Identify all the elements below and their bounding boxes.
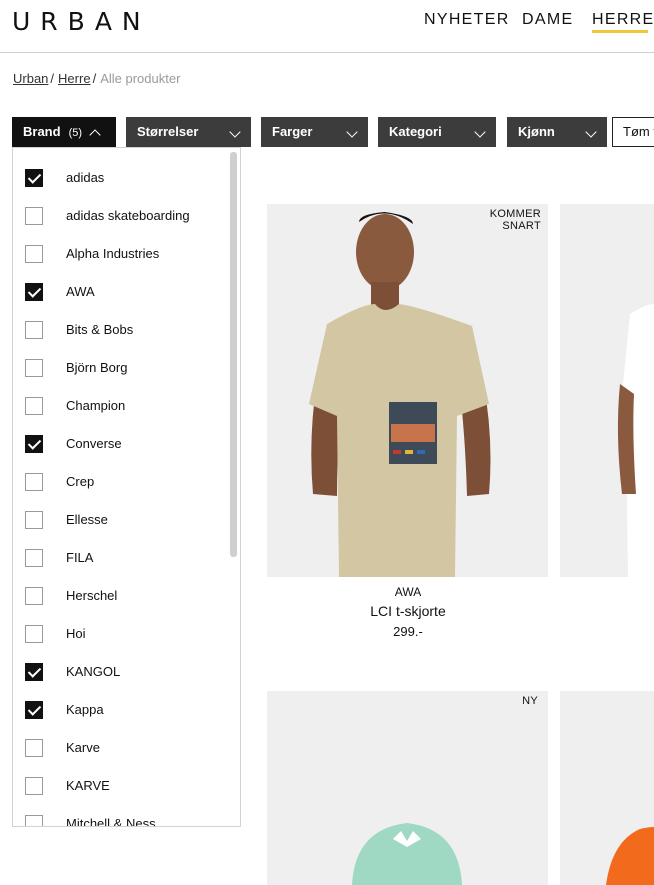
brand-option-label: Champion: [66, 398, 126, 413]
checkbox[interactable]: [25, 815, 43, 826]
brand-filter-button[interactable]: Brand (5): [12, 117, 116, 147]
product-brand: AWA: [394, 585, 422, 599]
brand-option-label: Herschel: [66, 588, 118, 603]
sizes-filter-button[interactable]: Størrelser: [126, 117, 251, 147]
category-filter-button[interactable]: Kategori: [378, 117, 496, 147]
checkbox[interactable]: [25, 587, 43, 605]
checkbox[interactable]: [25, 473, 43, 491]
brand-option-label: KARVE: [66, 778, 110, 793]
brand-dropdown-panel[interactable]: adidas adidas skateboarding Alpha Industri…: [12, 147, 241, 827]
chevron-up-icon: [89, 129, 101, 141]
checkbox[interactable]: [25, 359, 43, 377]
product-image[interactable]: [560, 691, 654, 885]
breadcrumb-urban[interactable]: Urban: [13, 71, 48, 86]
product-photo-white-tshirt: [560, 204, 654, 577]
brand-option-label: Hoi: [66, 626, 86, 641]
breadcrumb-separator: /: [92, 71, 97, 86]
breadcrumb: Urban / Herre / Alle produkter: [13, 71, 180, 86]
checkbox[interactable]: [25, 321, 43, 339]
gender-filter-label: Kjønn: [518, 124, 555, 139]
site-header: URBAN NYHETER DAME HERRE: [0, 0, 654, 53]
checkbox[interactable]: [25, 397, 43, 415]
brand-option-label: Ellesse: [66, 512, 108, 527]
product-photo-orange-tshirt: [560, 691, 654, 885]
product-price: 299.-: [393, 624, 423, 639]
nav-nyheter[interactable]: NYHETER: [424, 11, 510, 29]
checkbox-checked[interactable]: [25, 701, 43, 719]
urban-logo[interactable]: URBAN: [12, 7, 151, 36]
chevron-down-icon: [585, 126, 597, 138]
brand-option-label: AWA: [66, 284, 95, 299]
breadcrumb-separator: /: [50, 71, 55, 86]
breadcrumb-herre[interactable]: Herre: [58, 71, 91, 86]
product-image[interactable]: [560, 204, 654, 577]
brand-option-label: Kappa: [66, 702, 104, 717]
brand-option-label: Mitchell & Ness: [66, 816, 156, 827]
chevron-down-icon: [346, 126, 358, 138]
brand-option-label: Bits & Bobs: [66, 322, 134, 337]
nav-herre[interactable]: HERRE: [592, 11, 654, 29]
product-badge: NY: [522, 695, 538, 707]
checkbox[interactable]: [25, 777, 43, 795]
gender-filter-button[interactable]: Kjønn: [507, 117, 607, 147]
brand-option-label: adidas skateboarding: [66, 208, 190, 223]
sizes-filter-label: Størrelser: [137, 124, 199, 139]
colors-filter-label: Farger: [272, 124, 313, 139]
colors-filter-button[interactable]: Farger: [261, 117, 368, 147]
brand-option-label: Crep: [66, 474, 95, 489]
checkbox[interactable]: [25, 511, 43, 529]
product-image[interactable]: NY: [267, 691, 548, 885]
brand-option-label: Björn Borg: [66, 360, 128, 375]
checkbox[interactable]: [25, 625, 43, 643]
category-filter-label: Kategori: [389, 124, 442, 139]
brand-option-label: Alpha Industries: [66, 246, 160, 261]
chevron-down-icon: [474, 126, 486, 138]
brand-option-label: KANGOL: [66, 664, 121, 679]
clear-filter-button[interactable]: Tøm filter: [612, 117, 654, 147]
checkbox-checked[interactable]: [25, 169, 43, 187]
brand-filter-count: (5): [68, 127, 83, 139]
checkbox-checked[interactable]: [25, 435, 43, 453]
checkbox[interactable]: [25, 207, 43, 225]
product-badge: KOMMER SNART: [489, 208, 541, 232]
checkbox[interactable]: [25, 739, 43, 757]
product-photo-tshirt: [267, 204, 548, 577]
checkbox[interactable]: [25, 549, 43, 567]
brand-option-label: Converse: [66, 436, 122, 451]
panel-scrollbar[interactable]: [230, 152, 237, 557]
brand-option-label: FILA: [66, 550, 94, 565]
nav-dame[interactable]: DAME: [522, 11, 573, 29]
brand-option-label: adidas: [66, 170, 105, 185]
nav-active-indicator: [592, 30, 648, 33]
chevron-down-icon: [229, 126, 241, 138]
checkbox[interactable]: [25, 245, 43, 263]
checkbox-checked[interactable]: [25, 283, 43, 301]
breadcrumb-current: Alle produkter: [100, 71, 181, 86]
brand-filter-label: Brand: [23, 124, 61, 139]
product-image[interactable]: KOMMER SNART: [267, 204, 548, 577]
checkbox-checked[interactable]: [25, 663, 43, 681]
brand-option-label: Karve: [66, 740, 100, 755]
product-photo-bucket-hat: [267, 691, 548, 885]
product-name[interactable]: LCI t-skjorte: [267, 603, 549, 619]
